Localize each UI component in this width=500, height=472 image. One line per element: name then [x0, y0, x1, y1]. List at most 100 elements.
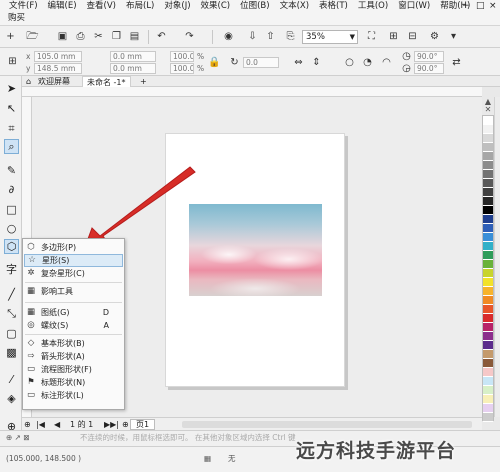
end-angle-field[interactable]: 90.0°: [414, 63, 444, 74]
publish-pdf-icon[interactable]: ⎘: [284, 30, 297, 43]
color-swatch[interactable]: [483, 143, 493, 152]
direction-icon[interactable]: ⇄: [450, 56, 463, 69]
color-swatch[interactable]: [483, 197, 493, 206]
scale-height-field[interactable]: 100.0: [170, 63, 194, 74]
import-icon[interactable]: ⇩: [246, 30, 259, 43]
open-folder-icon[interactable]: 🗁: [26, 30, 39, 43]
flyout-item[interactable]: ☆ 星形(S): [24, 254, 123, 267]
color-swatch[interactable]: [483, 179, 493, 188]
flyout-item[interactable]: ⇨ 箭头形状(A): [24, 350, 123, 363]
color-swatch[interactable]: [483, 350, 493, 359]
color-swatch[interactable]: [483, 395, 493, 404]
page-presets-icon[interactable]: ⊞: [6, 55, 19, 68]
color-swatch[interactable]: [483, 341, 493, 350]
color-swatch[interactable]: [483, 404, 493, 413]
flyout-item[interactable]: ✲ 复杂星形(C): [24, 267, 123, 280]
close-button[interactable]: ×: [489, 1, 497, 12]
color-swatch[interactable]: [483, 170, 493, 179]
print-icon[interactable]: ⎙: [74, 30, 87, 43]
page-tab[interactable]: 页1: [130, 419, 156, 430]
pick-tool-icon[interactable]: ➤: [4, 81, 19, 96]
start-angle-field[interactable]: 90.0°: [414, 51, 444, 62]
freehand-tool-icon[interactable]: ✎: [4, 163, 19, 178]
pie-icon[interactable]: ◔: [361, 56, 374, 69]
eyedropper-tool-icon[interactable]: ⁄: [4, 372, 19, 387]
color-swatch[interactable]: [483, 233, 493, 242]
color-swatch[interactable]: [483, 386, 493, 395]
color-swatch[interactable]: [483, 359, 493, 368]
menu-item[interactable]: 文本(X): [275, 1, 314, 12]
mirror-vertical-icon[interactable]: ⇕: [310, 56, 323, 69]
document-page[interactable]: [165, 133, 345, 387]
menu-item[interactable]: 编辑(E): [43, 1, 82, 12]
rotation-field[interactable]: 0.0: [243, 57, 279, 68]
text-tool-icon[interactable]: 字: [4, 262, 19, 277]
horizontal-scrollbar[interactable]: [182, 421, 472, 428]
minimize-button[interactable]: −: [462, 1, 470, 12]
crop-tool-icon[interactable]: ⌗: [4, 121, 19, 136]
color-swatch[interactable]: [483, 152, 493, 161]
color-swatch[interactable]: [483, 305, 493, 314]
color-swatch[interactable]: [483, 269, 493, 278]
smart-drawing-icon[interactable]: ∂: [4, 182, 19, 197]
ellipse-tool-icon[interactable]: ○: [4, 221, 19, 236]
color-swatch[interactable]: [483, 215, 493, 224]
redo-icon[interactable]: ↷: [183, 30, 196, 43]
color-swatch[interactable]: [483, 314, 493, 323]
copy-icon[interactable]: ❐: [110, 30, 123, 43]
zoom-level-select[interactable]: 35% ▼: [302, 30, 358, 44]
tab-untitled-document[interactable]: 未命名 -1*: [82, 76, 131, 87]
color-swatch[interactable]: [483, 206, 493, 215]
cut-icon[interactable]: ✂: [92, 30, 105, 43]
save-icon[interactable]: ▣: [56, 30, 69, 43]
mirror-horizontal-icon[interactable]: ⇔: [292, 56, 305, 69]
undo-icon[interactable]: ↶: [155, 30, 168, 43]
color-swatch[interactable]: [483, 296, 493, 305]
color-swatch[interactable]: [483, 242, 493, 251]
ellipse-icon[interactable]: ○: [343, 56, 356, 69]
menu-item[interactable]: 位图(B): [235, 1, 274, 12]
flyout-item[interactable]: ⬡ 多边形(P): [24, 241, 123, 254]
palette-scroll-up-icon[interactable]: ▲ ✕: [482, 98, 494, 114]
menu-item[interactable]: 文件(F): [4, 1, 43, 12]
connector-tool-icon[interactable]: ⤡: [4, 306, 19, 321]
paste-icon[interactable]: ▤: [128, 30, 141, 43]
tab-add-button[interactable]: +: [136, 76, 151, 87]
color-swatch[interactable]: [483, 251, 493, 260]
x-position-field[interactable]: 105.0 mm: [34, 51, 82, 62]
color-swatch[interactable]: [483, 413, 493, 422]
zoom-tool-icon[interactable]: ⌕: [4, 139, 19, 154]
arc-icon[interactable]: ◠: [380, 56, 393, 69]
height-field[interactable]: 0.0 mm: [110, 63, 156, 74]
flyout-item[interactable]: ▭ 标注形状(L): [24, 389, 123, 402]
search-content-icon[interactable]: ◉: [222, 30, 235, 43]
color-swatch[interactable]: [483, 332, 493, 341]
snap-to-icon[interactable]: ⊟: [406, 30, 419, 43]
flyout-item[interactable]: ▭ 流程图形状(F): [24, 363, 123, 376]
sky-clouds-image[interactable]: [189, 204, 322, 296]
color-swatch[interactable]: [483, 161, 493, 170]
horizontal-ruler[interactable]: [22, 87, 482, 97]
color-swatch[interactable]: [483, 224, 493, 233]
color-swatch[interactable]: [483, 368, 493, 377]
tab-welcome-screen[interactable]: 欢迎屏幕: [34, 76, 74, 87]
new-document-icon[interactable]: +: [4, 30, 17, 43]
menu-item[interactable]: 工具(O): [353, 1, 393, 12]
menu-item[interactable]: 表格(T): [314, 1, 353, 12]
vertical-scrollbar[interactable]: [494, 97, 500, 417]
color-swatch[interactable]: [483, 377, 493, 386]
color-swatch[interactable]: [483, 188, 493, 197]
polygon-tool-icon[interactable]: ⬡: [4, 239, 19, 254]
launcher-icon[interactable]: ▾: [447, 30, 460, 43]
menu-item[interactable]: 效果(C): [196, 1, 236, 12]
width-field[interactable]: 0.0 mm: [110, 51, 156, 62]
options-gear-icon[interactable]: ⚙: [428, 30, 441, 43]
color-swatch[interactable]: [483, 116, 493, 125]
flyout-item[interactable]: ▦ 影响工具: [24, 285, 123, 298]
flyout-item[interactable]: ◎ 螺纹(S) A: [24, 319, 123, 332]
shadow-tool-icon[interactable]: ▢: [4, 326, 19, 341]
maximize-button[interactable]: □: [476, 1, 485, 12]
parallel-dimension-icon[interactable]: ╱: [4, 287, 19, 302]
flyout-item[interactable]: ▦ 图纸(G) D: [24, 306, 123, 319]
interactive-fill-icon[interactable]: ◈: [4, 391, 19, 406]
